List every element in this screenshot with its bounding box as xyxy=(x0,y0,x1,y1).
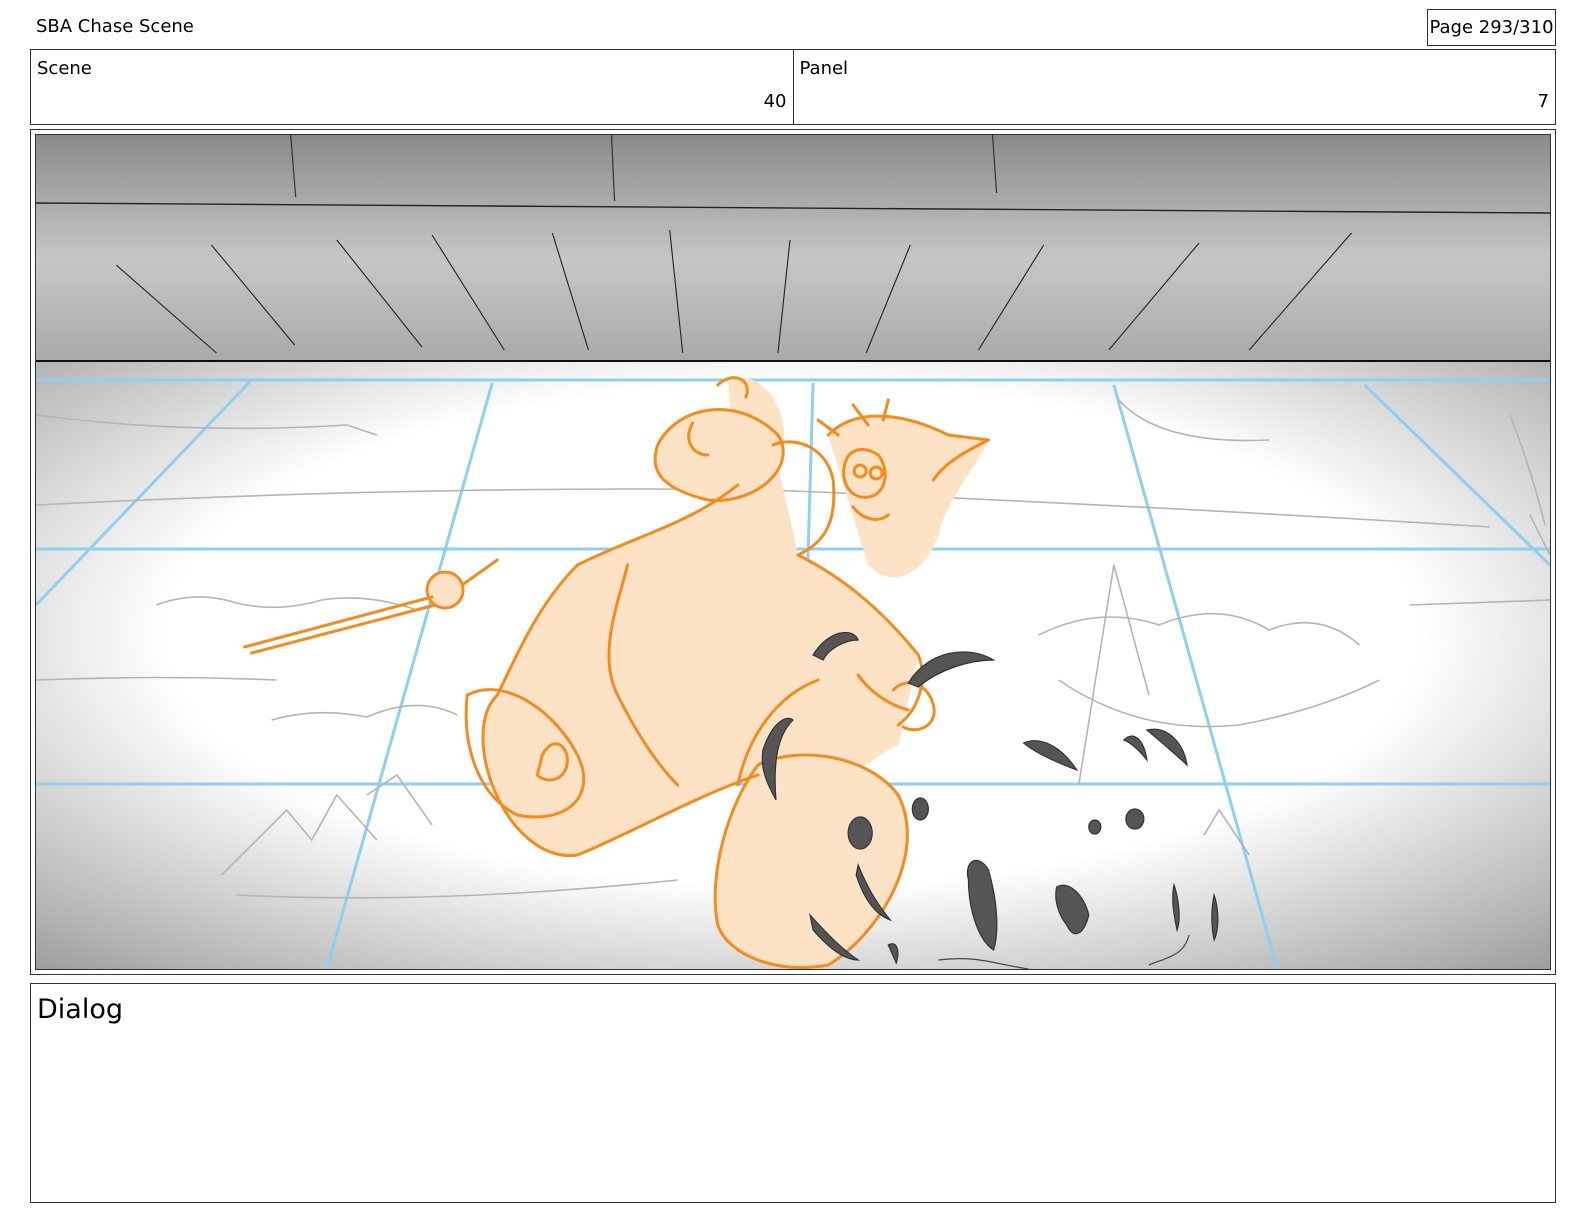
panel-value: 7 xyxy=(1537,91,1549,112)
panel-frame xyxy=(30,129,1556,975)
panel-label: Panel xyxy=(799,58,849,79)
scene-cell: Scene 40 xyxy=(31,50,793,124)
info-bar: Scene 40 Panel 7 xyxy=(30,49,1556,125)
storyboard-sketch xyxy=(36,135,1550,969)
ceiling xyxy=(36,135,1550,362)
dialog-box: Dialog xyxy=(30,983,1556,1203)
page-number: Page 293/310 xyxy=(1427,9,1556,46)
panel-image xyxy=(35,134,1551,970)
panel-cell: Panel 7 xyxy=(792,50,1556,124)
storyboard-title: SBA Chase Scene xyxy=(36,16,194,37)
scene-value: 40 xyxy=(763,91,787,112)
scene-label: Scene xyxy=(37,58,92,79)
dialog-label: Dialog xyxy=(37,994,123,1025)
